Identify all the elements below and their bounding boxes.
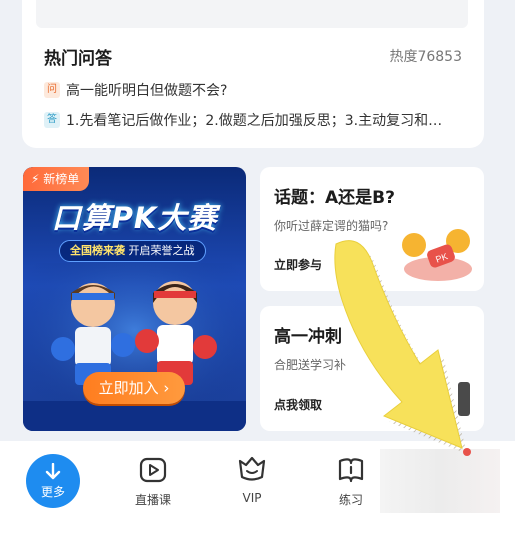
boost-card[interactable]: 高一冲刺 合肥送学习补 点我领取 (260, 306, 484, 431)
nav-live-label: 直播课 (134, 493, 171, 507)
more-button[interactable]: 更多 (26, 454, 80, 508)
nav-vip[interactable]: VIP (212, 441, 292, 505)
question-badge: 问 (44, 82, 60, 98)
join-now-button[interactable]: 立即加入 › (83, 372, 185, 404)
nav-live[interactable]: 直播课 (113, 441, 193, 508)
nav-practice[interactable]: 练习 (311, 441, 391, 508)
previous-content-strip (36, 0, 468, 28)
question-text: 高一能听明白但做题不会? (66, 83, 228, 99)
arrow-down-icon (45, 463, 61, 480)
more-label: 更多 (40, 485, 65, 499)
topic-title: 话题：A还是B? (274, 188, 395, 208)
answer-text: 1.先看笔记后做作业；2.做题之后加强反思；3.主动复习和… (66, 113, 443, 129)
new-ranking-tag-label: 新榜单 (43, 172, 80, 186)
promo-title: 口算PK大赛 (51, 201, 218, 235)
bottom-nav: 更多 直播课 VIP 练习 (0, 441, 515, 537)
answer-badge: 答 (44, 112, 60, 128)
blurred-nav-item[interactable] (380, 449, 500, 513)
promo-subtitle-strong: 全国榜来袭 (70, 244, 125, 257)
hot-qa-answer[interactable]: 答 1.先看笔记后做作业；2.做题之后加强反思；3.主动复习和… (44, 110, 466, 130)
topic-card[interactable]: 话题：A还是B? 你听过薛定谔的猫吗? 立即参与 PK (260, 167, 484, 291)
book-icon (338, 458, 364, 483)
boost-subtitle: 合肥送学习补 (274, 358, 347, 372)
nav-vip-label: VIP (242, 491, 262, 505)
crown-face-icon (238, 456, 266, 481)
lightning-icon: ⚡ (31, 172, 40, 186)
hot-qa-card[interactable]: 热门问答 热度76853 问 高一能听明白但做题不会? 答 1.先看笔记后做作业… (22, 0, 484, 148)
participate-link[interactable]: 立即参与 (274, 256, 322, 273)
promo-subtitle: 全国榜来袭 开启荣誉之战 (59, 240, 206, 262)
hot-qa-heat: 热度76853 (389, 49, 462, 65)
hot-qa-title: 热门问答 (44, 49, 112, 69)
contest-characters-illustration (23, 263, 246, 431)
topic-subtitle: 你听过薛定谔的猫吗? (274, 219, 389, 233)
claim-link[interactable]: 点我领取 (274, 396, 322, 413)
pk-contest-banner[interactable]: ⚡ 新榜单 口算PK大赛 全国榜来袭 开启荣誉之战 立即加入 › (23, 167, 246, 431)
promo-subtitle-rest: 开启荣誉之战 (128, 244, 195, 257)
boost-title: 高一冲刺 (274, 327, 342, 347)
emoji-pk-icon: PK (402, 229, 472, 281)
nav-practice-label: 练习 (338, 493, 363, 507)
new-ranking-tag: ⚡ 新榜单 (23, 167, 90, 191)
hot-qa-question[interactable]: 问 高一能听明白但做题不会? (44, 80, 466, 100)
play-icon (139, 457, 167, 483)
